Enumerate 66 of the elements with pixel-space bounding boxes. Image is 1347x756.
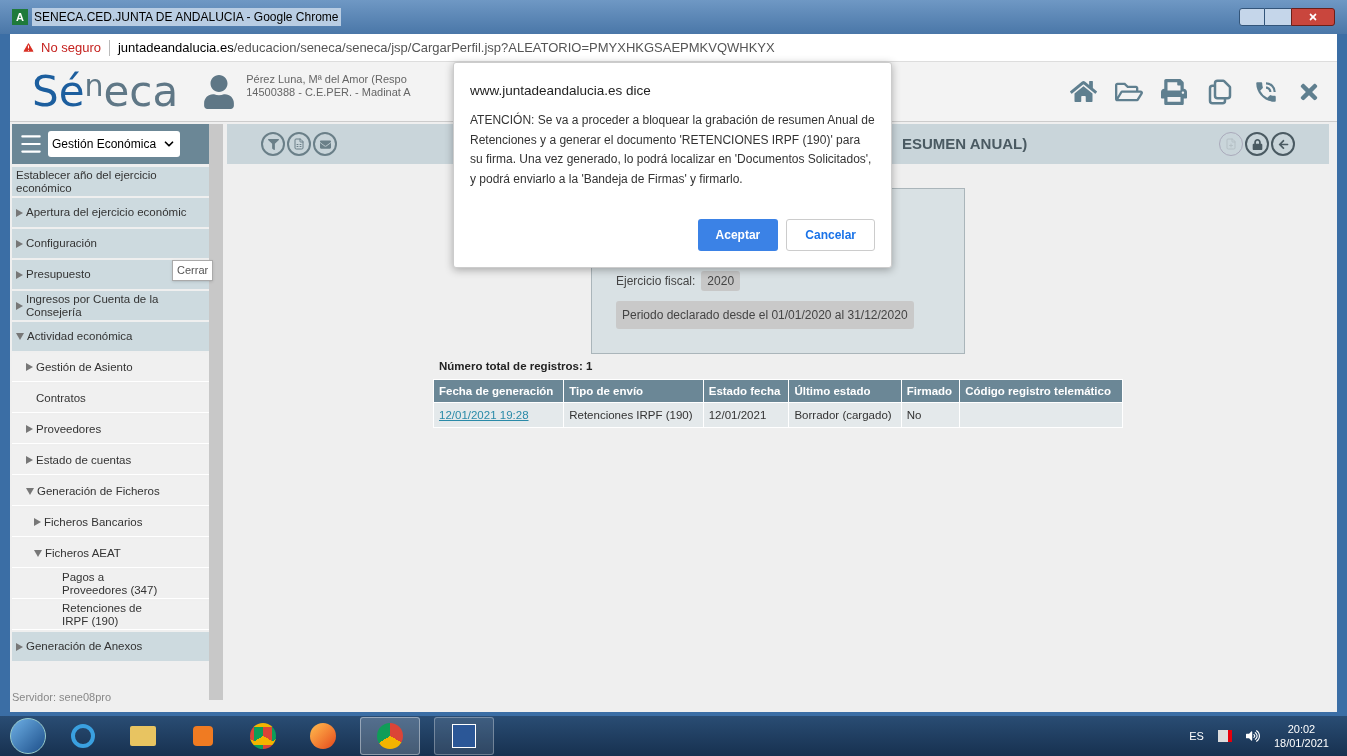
filter-icon[interactable] bbox=[261, 132, 285, 156]
cancel-button[interactable]: Cancelar bbox=[786, 219, 875, 251]
accept-button[interactable]: Aceptar bbox=[697, 219, 779, 251]
print-icon[interactable] bbox=[1161, 78, 1187, 105]
menu-item[interactable]: Apertura del ejercicio económic bbox=[12, 198, 209, 227]
table-cell: Retenciones IRPF (190) bbox=[563, 402, 704, 428]
menu-item[interactable]: Pagos a Proveedores (347) bbox=[12, 570, 209, 599]
column-header: Último estado bbox=[788, 379, 902, 403]
user-avatar-icon bbox=[202, 74, 237, 109]
caret-right-icon bbox=[16, 642, 23, 651]
caret-right-icon bbox=[34, 518, 41, 526]
caret-right-icon bbox=[26, 425, 33, 433]
fiscal-year-value: 2020 bbox=[701, 271, 741, 291]
menu-item[interactable]: Generación de Anexos bbox=[12, 632, 209, 661]
close-button[interactable] bbox=[1291, 8, 1335, 26]
caret-down-icon bbox=[26, 487, 34, 495]
url-text: juntadeandalucia.es/educacion/seneca/seneca/jsp/CargarPerfil.jsp?ALEATORIO=PMYXHKGSAEPMKVQWHKYX bbox=[118, 38, 775, 57]
records-count: Número total de registros: 1 bbox=[438, 359, 594, 374]
home-icon[interactable] bbox=[1070, 78, 1097, 105]
lock-icon[interactable] bbox=[1245, 132, 1269, 156]
user-center: 14500388 - C.E.PER. - Madinat A bbox=[246, 85, 411, 99]
column-header: Estado fecha bbox=[703, 379, 789, 403]
close-icon bbox=[1308, 12, 1318, 22]
table-cell: Borrador (cargado) bbox=[788, 402, 902, 428]
window-title: SENECA.CED.JUNTA DE ANDALUCIA - Google Chrome bbox=[32, 8, 341, 26]
table-cell: 12/01/2021 bbox=[703, 402, 789, 428]
maximize-button[interactable] bbox=[1265, 8, 1291, 26]
column-header: Firmado bbox=[901, 379, 960, 403]
page-title: ESUMEN ANUAL) bbox=[902, 133, 1028, 154]
minimize-button[interactable] bbox=[1239, 8, 1265, 26]
export-icon[interactable] bbox=[287, 132, 311, 156]
app-icon: A bbox=[12, 9, 28, 25]
warning-icon bbox=[22, 41, 35, 54]
security-label: No seguro bbox=[41, 38, 101, 57]
period-label: Periodo declarado desde el 01/01/2020 al 31/12/2020 bbox=[616, 301, 914, 329]
user-name: Pérez Luna, Mª del Amor (Respo bbox=[246, 72, 408, 86]
caret-right-icon bbox=[16, 301, 23, 310]
language-indicator[interactable]: ES bbox=[1189, 727, 1204, 745]
menu-item[interactable]: Establecer año del ejercicio económico bbox=[12, 167, 209, 196]
server-label: Servidor: sene08pro bbox=[12, 690, 113, 705]
caret-right-icon bbox=[26, 363, 33, 371]
caret-right-icon bbox=[16, 208, 23, 217]
menu-item[interactable]: Retenciones de IRPF (190) bbox=[12, 601, 209, 630]
menu-item[interactable]: Ingresos por Cuenta de la Consejería bbox=[12, 291, 209, 320]
caret-down-icon bbox=[34, 549, 42, 557]
clock[interactable]: 20:02 18/01/2021 bbox=[1273, 722, 1329, 750]
caret-right-icon bbox=[16, 239, 23, 248]
fiscal-year-label: Ejercicio fiscal: bbox=[616, 273, 696, 290]
caret-right-icon bbox=[26, 456, 33, 464]
dialog-title: www.juntadeandalucia.es dice bbox=[470, 82, 652, 100]
chrome-icon[interactable] bbox=[360, 717, 420, 755]
sidebar-scrollbar[interactable] bbox=[209, 124, 223, 700]
menu-item[interactable]: Actividad económica bbox=[12, 322, 209, 351]
menu-item[interactable]: Configuración bbox=[12, 229, 209, 258]
envelope-icon[interactable] bbox=[313, 132, 337, 156]
column-header: Código registro telemático bbox=[959, 379, 1123, 403]
back-icon[interactable] bbox=[1271, 132, 1295, 156]
column-header: Fecha de generación bbox=[433, 379, 564, 403]
volume-icon[interactable] bbox=[1245, 729, 1260, 743]
caret-right-icon bbox=[16, 270, 23, 279]
column-header: Tipo de envío bbox=[563, 379, 704, 403]
tooltip: Cerrar bbox=[172, 260, 214, 281]
caret-down-icon bbox=[16, 333, 24, 340]
start-button[interactable] bbox=[10, 718, 46, 754]
module-select[interactable]: Gestión Económica bbox=[48, 131, 181, 157]
dialog-message: ATENCIÓN: Se va a proceder a bloquear la grabación de resumen Anual de Retenciones y a generar el documento 'RETENCIONES IRPF (190)' para su firma. Una vez generado, lo podrá localizar en 'Documentos Solicitados', y podrá enviarlo a la 'Bandeja de Firmas' y firmarlo. bbox=[470, 111, 875, 188]
